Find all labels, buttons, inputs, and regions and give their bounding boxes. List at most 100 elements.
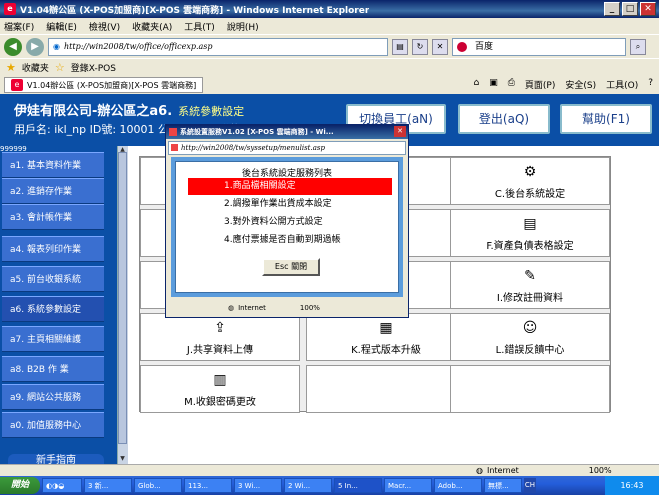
tab-bar: e V1.04辦公區 (X-POS加盟商)[X-POS 雲端商務] ⌂ ▣ ⎙ … [0, 76, 659, 94]
popup-heading: 後台系統設定服務列表 [241, 169, 332, 179]
language-indicator[interactable]: CH [524, 478, 536, 493]
taskbar-task-2[interactable]: Glob... [134, 478, 182, 493]
browser-tab[interactable]: e V1.04辦公區 (X-POS加盟商)[X-POS 雲端商務] [4, 77, 204, 93]
start-button[interactable]: 開始 [0, 477, 40, 494]
stop-icon[interactable]: ✕ [432, 38, 448, 55]
favorites-star-icon[interactable]: ★ [6, 61, 16, 74]
taskbar-task-8[interactable]: Adob... [434, 478, 482, 493]
forward-icon[interactable]: ▶ [26, 37, 44, 56]
compat-icon[interactable]: ▤ [392, 38, 408, 55]
grid-label-k: K.程式版本升級 [351, 345, 421, 356]
logout-button[interactable]: 登出(aQ) [458, 104, 550, 134]
nav-item-a3[interactable]: a3. 會計帳作業 [2, 204, 104, 230]
grid-cell-c[interactable]: ⚙ C.後台系統設定 [450, 157, 610, 205]
popup-item-3[interactable]: 3.對外資料公開方式設定 [188, 214, 392, 231]
cash-register-icon: ▥ [213, 372, 227, 388]
address-input[interactable]: ◉ http://win2008/tw/office/officexp.asp [48, 37, 388, 56]
favorites-label[interactable]: 收藏夹 [22, 61, 49, 74]
taskbar-task-7[interactable]: Macr... [384, 478, 432, 493]
status-zoom[interactable]: 100% [589, 466, 612, 475]
menu-favorites[interactable]: 收藏夹(A) [132, 20, 172, 33]
grid-cell-o[interactable] [450, 365, 610, 413]
tab-page-icon: e [11, 79, 23, 91]
popup-esc-button[interactable]: Esc 關閉 [262, 258, 320, 276]
popup-body: 後台系統設定服務列表 1.商品檔相關設定 2.調撥單作業出貨成本設定 3.對外資… [171, 157, 403, 297]
menu-bar: 檔案(F) 編輯(E) 檢視(V) 收藏夹(A) 工具(T) 說明(H) [0, 18, 659, 34]
feedback-icon: ☺ [522, 320, 538, 336]
window-controls: _ □ ✕ [604, 2, 656, 16]
nav-item-a1[interactable]: a1. 基本資料作業 [2, 152, 104, 178]
nav-item-a9[interactable]: a9. 網站公共服務 [2, 384, 104, 410]
grid-cell-f[interactable]: ▤ F.資產負債表格設定 [450, 209, 610, 257]
grid-cell-n[interactable] [306, 365, 466, 413]
popup-item-2[interactable]: 2.調撥單作業出貨成本設定 [188, 196, 392, 213]
settings-popup: 系統設置服務V1.02 [X-POS 雲端商務] - Wi... ✕ http:… [165, 124, 409, 318]
nav-item-a6[interactable]: a6. 系統參數設定 [2, 296, 104, 322]
window-title: V1.04辦公區 (X-POS加盟商)[X-POS 雲端商務] - Window… [20, 5, 370, 16]
safety-menu[interactable]: 安全(S) [565, 78, 596, 91]
popup-zone: Internet [238, 304, 266, 312]
tab-label: V1.04辦公區 (X-POS加盟商)[X-POS 雲端商務] [27, 80, 197, 90]
scroll-down-icon[interactable]: ▼ [118, 455, 127, 463]
taskbar-task-1[interactable]: 3 新... [84, 478, 132, 493]
menu-view[interactable]: 檢視(V) [89, 20, 120, 33]
taskbar-task-9[interactable]: 無標... [484, 478, 522, 493]
nav-item-a5[interactable]: a5. 前台收銀系統 [2, 266, 104, 292]
favorites-link[interactable]: 登錄X-POS [71, 61, 116, 74]
popup-zoom[interactable]: 100% [300, 304, 320, 312]
grid-label-f: F.資產負債表格設定 [486, 241, 574, 252]
upgrade-icon: ▦ [379, 320, 393, 336]
menu-help[interactable]: 說明(H) [227, 20, 259, 33]
help-icon[interactable]: ? [648, 78, 653, 91]
address-toolbar: ◀ ▶ ◉ http://win2008/tw/office/officexp.… [0, 34, 659, 58]
popup-statusbar: ◍ Internet 100% [168, 301, 406, 315]
taskbar-task-4[interactable]: 3 Wi... [234, 478, 282, 493]
nav-item-a0[interactable]: a0. 加值服務中心 [2, 412, 104, 438]
nav-item-a8[interactable]: a8. B2B 作 業 [2, 356, 104, 382]
popup-item-1[interactable]: 1.商品檔相關設定 [188, 178, 392, 195]
menu-file[interactable]: 檔案(F) [4, 20, 34, 33]
grid-cell-i[interactable]: ✎ I.修改註冊資料 [450, 261, 610, 309]
taskbar-task-3[interactable]: 113... [184, 478, 232, 493]
grid-cell-k[interactable]: ▦ K.程式版本升級 [306, 313, 466, 361]
command-bar: ⌂ ▣ ⎙ 頁面(P) 安全(S) 工具(O) ? [473, 78, 653, 91]
print-icon[interactable]: ⎙ [508, 78, 515, 91]
tools-menu[interactable]: 工具(O) [606, 78, 638, 91]
status-zone: Internet [486, 466, 519, 475]
page-menu[interactable]: 頁面(P) [525, 78, 555, 91]
maximize-button[interactable]: □ [622, 2, 638, 16]
upload-icon: ⇪ [214, 320, 226, 336]
minimize-button[interactable]: _ [604, 2, 620, 16]
menu-tools[interactable]: 工具(T) [184, 20, 215, 33]
search-input[interactable]: 百度 [452, 37, 626, 56]
module-name: 系統參數設定 [178, 105, 245, 118]
popup-address[interactable]: http://win2008/tw/syssetup/menulist.asp [168, 141, 406, 155]
settings-icon: ⚙ [523, 164, 537, 180]
back-icon[interactable]: ◀ [4, 37, 22, 56]
nav-item-a2[interactable]: a2. 進銷存作業 [2, 178, 104, 204]
grid-cell-l[interactable]: ☺ L.錯誤反饋中心 [450, 313, 610, 361]
nav-item-a7[interactable]: a7. 主頁相關維護 [2, 326, 104, 352]
refresh-icon[interactable]: ↻ [412, 38, 428, 55]
nav-item-a4[interactable]: a4. 報表列印作業 [2, 236, 104, 262]
system-clock[interactable]: 16:43 [605, 476, 659, 495]
grid-cell-m[interactable]: ▥ M.收銀密碼更改 [140, 365, 300, 413]
search-icon[interactable]: ⌕ [630, 38, 646, 55]
feeds-icon[interactable]: ▣ [489, 78, 498, 91]
help-button[interactable]: 幫助(F1) [560, 104, 652, 134]
popup-close-icon[interactable]: ✕ [394, 126, 406, 137]
taskbar-quicklaunch[interactable]: ◐◑◒ [42, 478, 82, 493]
popup-panel: 後台系統設定服務列表 1.商品檔相關設定 2.調撥單作業出貨成本設定 3.對外資… [175, 161, 399, 293]
statusbar: ◍ Internet 100% [0, 464, 659, 476]
home-icon[interactable]: ⌂ [473, 78, 479, 91]
scroll-thumb[interactable] [118, 152, 127, 444]
menu-edit[interactable]: 編輯(E) [46, 20, 77, 33]
grid-cell-j[interactable]: ⇪ J.共享資料上傳 [140, 313, 300, 361]
grid-label-m: M.收銀密碼更改 [184, 397, 256, 408]
close-button[interactable]: ✕ [640, 2, 656, 16]
add-favorite-icon[interactable]: ☆ [55, 61, 65, 74]
taskbar-task-5[interactable]: 2 Wi... [284, 478, 332, 493]
popup-item-4[interactable]: 4.應付票據是否自動到期過帳 [188, 232, 392, 249]
taskbar-task-6[interactable]: 5 In... [334, 478, 382, 493]
company-title: 伊娃有限公司-辦公區之a6. 系統參數設定 [14, 100, 244, 119]
